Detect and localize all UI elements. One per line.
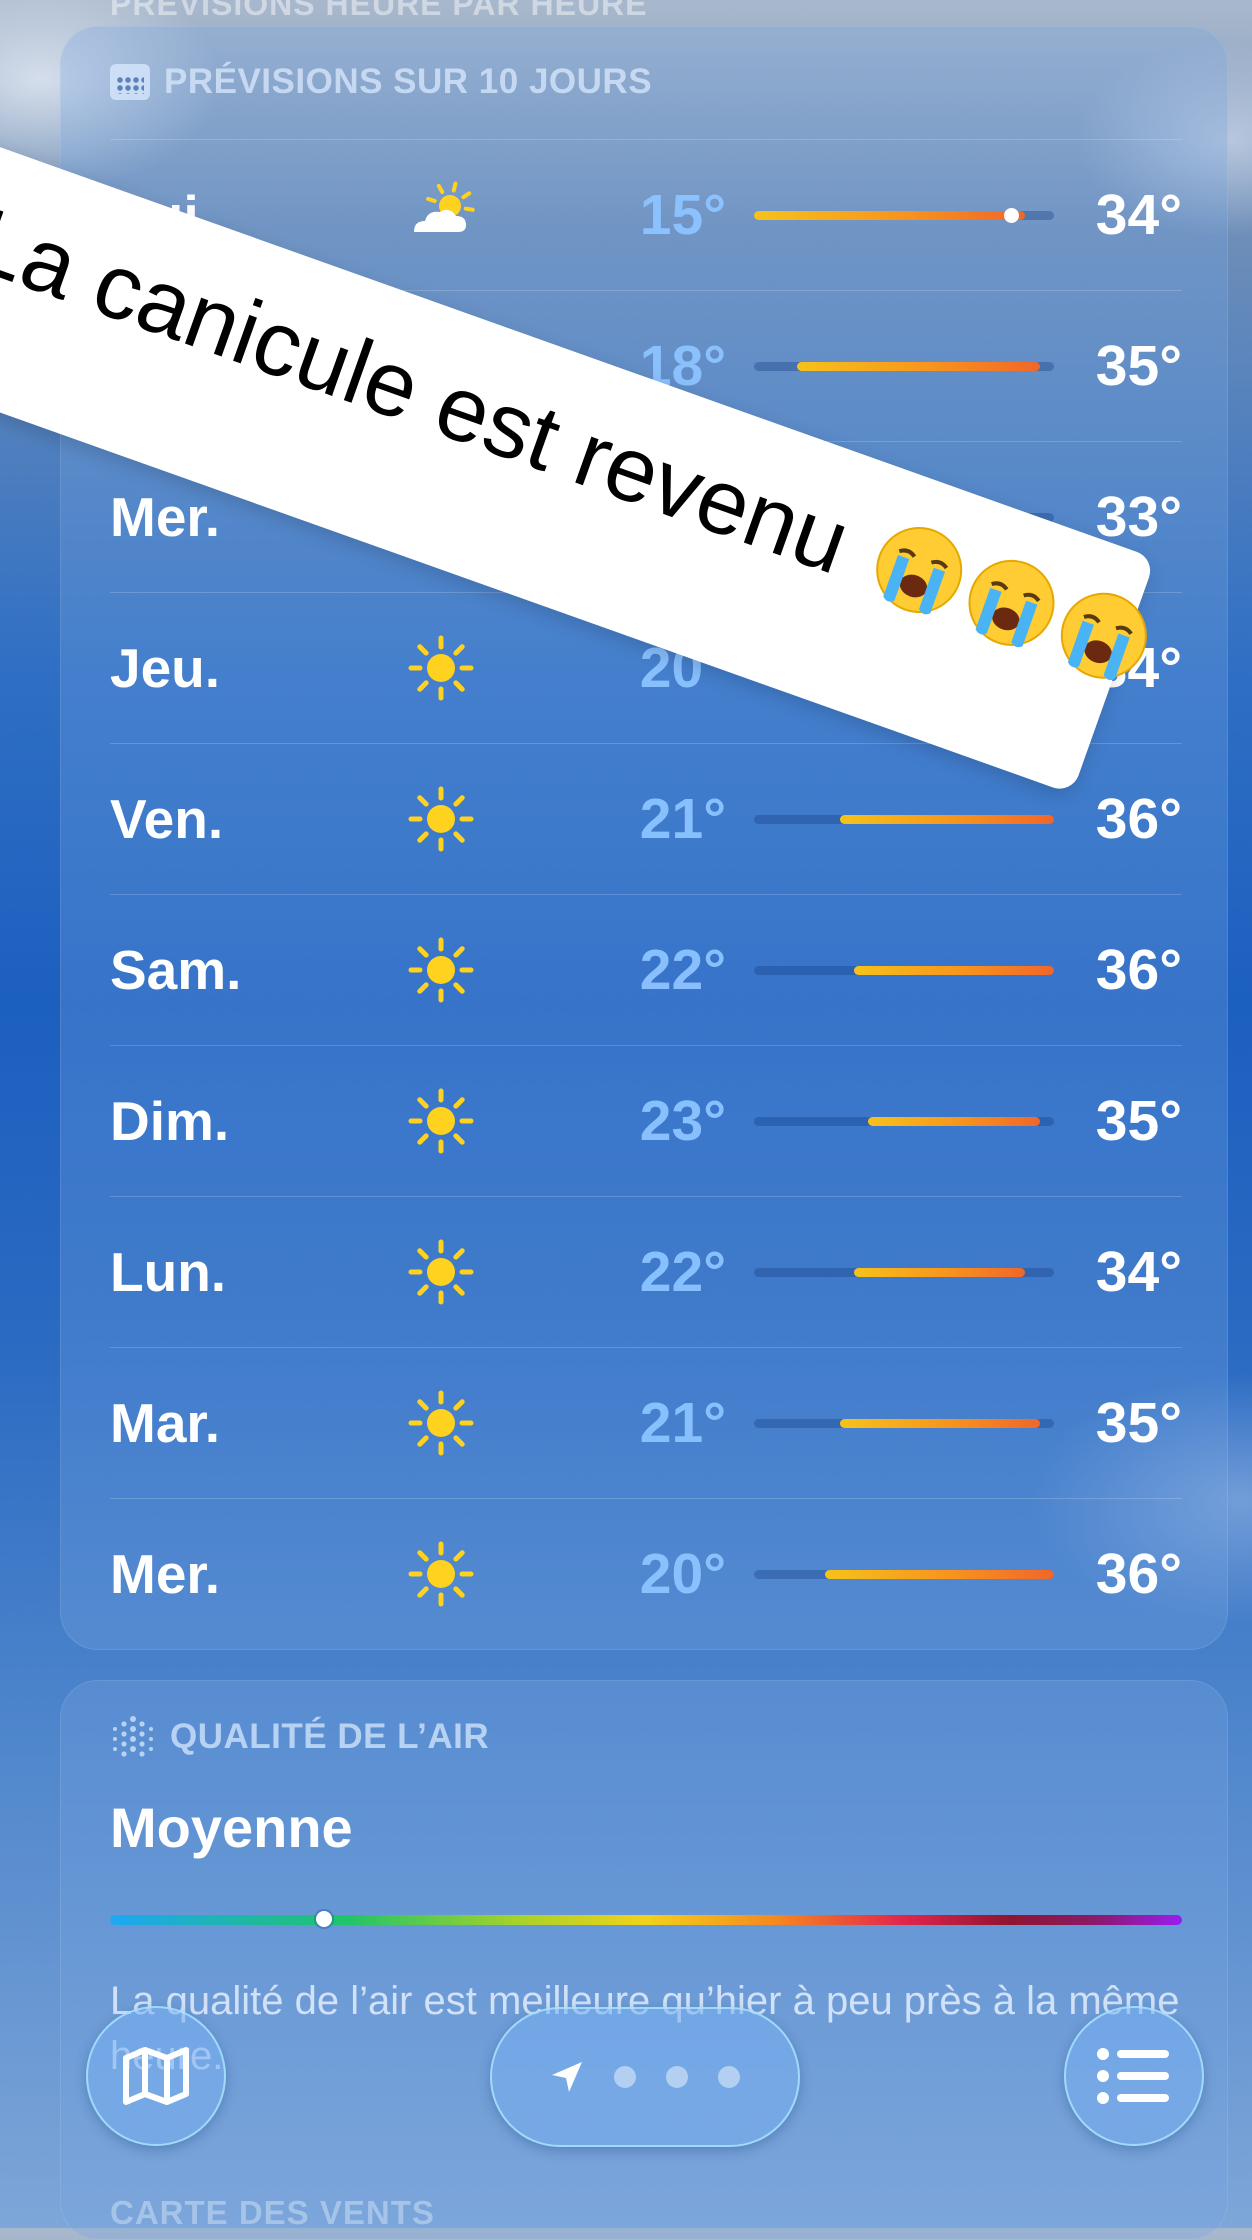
- forecast-day: Mar.: [110, 1392, 221, 1454]
- air-quality-card[interactable]: QUALITÉ DE L’AIR Moyenne La qualité de l…: [60, 1680, 1228, 2240]
- low-temp: 20°: [639, 1542, 726, 1606]
- sun-icon: [408, 1541, 474, 1607]
- temp-range-fill: [754, 211, 1026, 220]
- temp-range-bar: [754, 1419, 1054, 1428]
- temp-range-fill: [825, 1570, 1054, 1579]
- forecast-row[interactable]: Lun. 22° 34°: [110, 1196, 1182, 1347]
- map-icon: [123, 2047, 189, 2105]
- temp-range-bar: [754, 208, 1054, 223]
- temp-range-bar: [754, 815, 1054, 824]
- crying-face-icon: [968, 559, 1055, 648]
- low-temp: 21°: [639, 1391, 726, 1455]
- forecast-row[interactable]: Sam. 22° 36°: [110, 894, 1182, 1045]
- temp-range-bar: [754, 1268, 1054, 1277]
- forecast-day: Jeu.: [110, 637, 221, 699]
- temp-range-bar: [754, 1570, 1054, 1579]
- air-quality-indicator: [316, 1911, 333, 1927]
- temp-range-bar: [754, 966, 1054, 975]
- low-temp: 22°: [639, 938, 726, 1002]
- air-quality-level: Moyenne: [110, 1796, 353, 1859]
- high-temp: 35°: [1095, 1391, 1182, 1455]
- partly-cloudy-icon: [414, 181, 475, 232]
- location-pager[interactable]: [490, 2007, 800, 2147]
- air-quality-scale: [110, 1911, 1182, 1927]
- air-quality-title: QUALITÉ DE L’AIR: [170, 1717, 490, 1756]
- temp-range-fill: [839, 815, 1054, 824]
- page-dot[interactable]: [666, 2066, 688, 2088]
- sun-icon: [408, 1239, 474, 1305]
- low-temp: 15°: [639, 183, 726, 247]
- low-temp: 23°: [639, 1089, 726, 1153]
- sun-icon: [408, 1390, 474, 1456]
- city-list-button[interactable]: [1064, 2006, 1204, 2146]
- page-dot[interactable]: [718, 2066, 740, 2088]
- forecast-day: Dim.: [110, 1090, 230, 1152]
- current-temp-dot: [1004, 208, 1020, 223]
- forecast-day: Ven.: [110, 788, 224, 850]
- sun-icon: [408, 1088, 474, 1154]
- page-dot[interactable]: [614, 2066, 636, 2088]
- sun-icon: [408, 635, 474, 701]
- temp-range-fill: [854, 1268, 1026, 1277]
- high-temp: 36°: [1095, 787, 1182, 851]
- sun-icon: [408, 937, 474, 1003]
- temp-range-fill: [868, 1117, 1040, 1126]
- temp-range-bar: [754, 1117, 1054, 1126]
- location-arrow-icon[interactable]: [550, 2060, 584, 2094]
- temp-range-fill: [796, 362, 1040, 371]
- high-temp: 35°: [1095, 334, 1182, 398]
- forecast-row[interactable]: Mar. 21° 35°: [110, 1347, 1182, 1498]
- temp-range-bar: [754, 362, 1054, 371]
- low-temp: 22°: [639, 1240, 726, 1304]
- air-quality-header: QUALITÉ DE L’AIR: [110, 1714, 489, 1760]
- map-button[interactable]: [86, 2006, 226, 2146]
- forecast-title: PRÉVISIONS SUR 10 JOURS: [164, 62, 653, 101]
- forecast-row[interactable]: Dim. 23° 35°: [110, 1045, 1182, 1196]
- forecast-row[interactable]: Mer. 20° 36°: [110, 1498, 1182, 1649]
- forecast-header: PRÉVISIONS SUR 10 JOURS: [110, 62, 652, 102]
- sun-icon: [408, 786, 474, 852]
- forecast-day: Mer.: [110, 1543, 221, 1605]
- calendar-icon: [110, 64, 150, 100]
- high-temp: 36°: [1095, 938, 1182, 1002]
- list-icon: [1097, 2048, 1169, 2104]
- temp-range-fill: [854, 966, 1054, 975]
- temp-range-fill: [839, 1419, 1040, 1428]
- wind-map-title-peek: CARTE DES VENTS: [110, 2194, 435, 2231]
- forecast-day: Lun.: [110, 1241, 227, 1303]
- high-temp: 34°: [1095, 1240, 1182, 1304]
- crying-face-icon: [876, 527, 963, 615]
- high-temp: 35°: [1095, 1089, 1182, 1153]
- high-temp: 36°: [1095, 1542, 1182, 1606]
- air-quality-icon: [113, 1716, 153, 1757]
- forecast-day: Sam.: [110, 939, 242, 1001]
- high-temp: 34°: [1095, 183, 1182, 247]
- low-temp: 21°: [639, 787, 726, 851]
